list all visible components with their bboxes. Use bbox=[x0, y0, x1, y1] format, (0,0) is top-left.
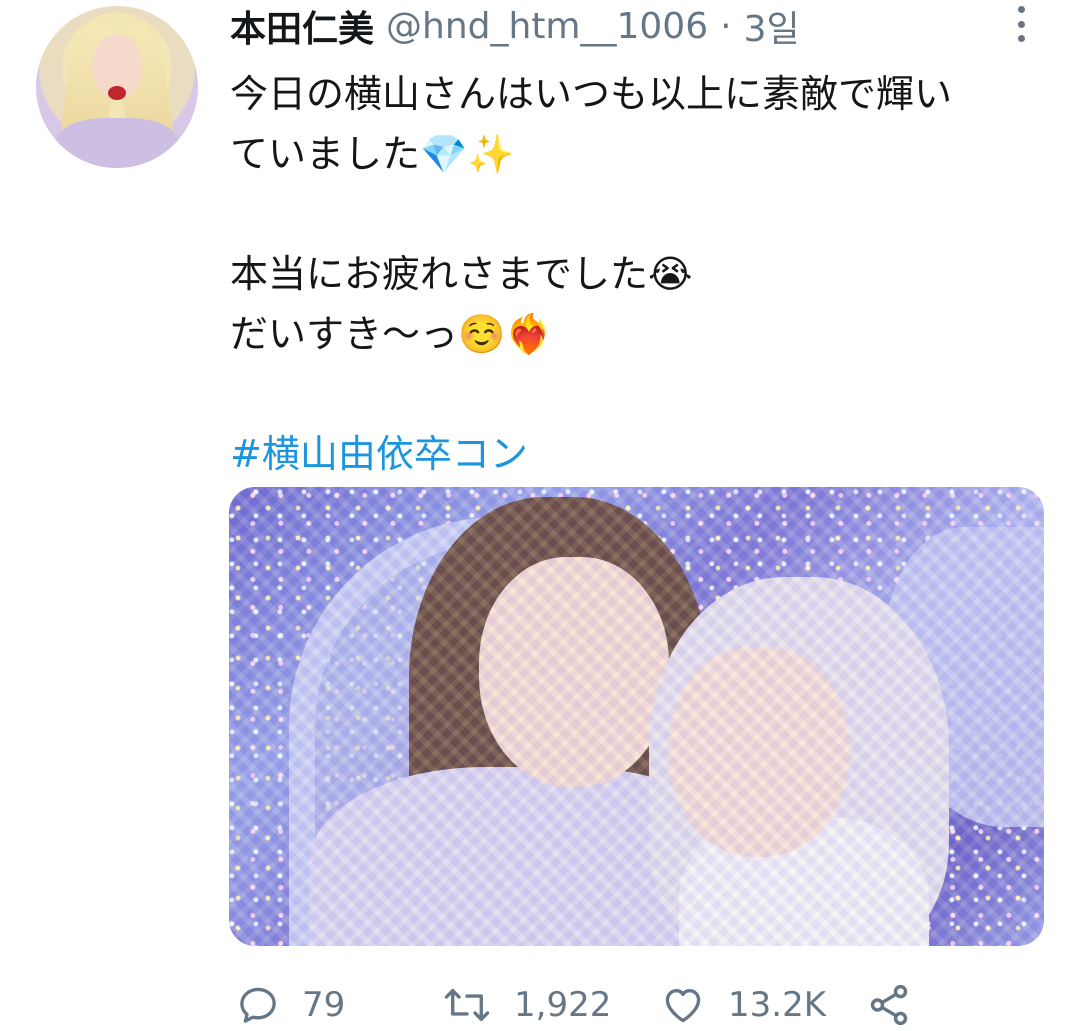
tweet-line bbox=[230, 364, 1050, 424]
tweet-line: ていました💎✨ bbox=[230, 132, 515, 176]
share-button[interactable] bbox=[866, 982, 912, 1028]
heart-icon bbox=[665, 989, 701, 1023]
tweet-photo[interactable] bbox=[229, 487, 1044, 946]
user-handle[interactable]: @hnd_htm__1006 bbox=[386, 6, 708, 47]
avatar-clothing bbox=[56, 118, 178, 168]
more-dot bbox=[1017, 6, 1025, 13]
reply-icon bbox=[240, 987, 276, 1023]
like-count: 13.2K bbox=[728, 985, 826, 1025]
reply-button[interactable]: 79 bbox=[236, 983, 442, 1027]
tweet-actions: 79 1,922 13.2K bbox=[236, 978, 912, 1031]
tweet-line: 本当にお疲れさまでした😭 bbox=[230, 252, 693, 296]
photo-sparkle-overlay bbox=[229, 487, 1044, 946]
like-button[interactable]: 13.2K bbox=[660, 983, 866, 1027]
retweet-icon bbox=[444, 989, 490, 1021]
retweet-button[interactable]: 1,922 bbox=[442, 983, 660, 1027]
avatar[interactable] bbox=[36, 6, 198, 168]
separator-dot: · bbox=[720, 5, 732, 47]
more-dot bbox=[1017, 20, 1025, 28]
retweet-count: 1,922 bbox=[514, 985, 612, 1025]
tweet-line: だいすき〜っ☺️❤️‍🔥 bbox=[230, 312, 553, 356]
display-name[interactable]: 本田仁美 bbox=[230, 0, 374, 52]
tweet-line bbox=[230, 184, 1050, 244]
reply-count: 79 bbox=[302, 985, 346, 1025]
hashtag-link[interactable]: #横山由依卒コン bbox=[230, 432, 528, 476]
share-icon bbox=[870, 984, 908, 1026]
avatar-lip bbox=[108, 86, 126, 100]
tweet[interactable]: 本田仁美 @hnd_htm__1006 · 3일 今日の横山さんはいつも以上に素… bbox=[0, 0, 1080, 1031]
tweet-header: 本田仁美 @hnd_htm__1006 · 3일 bbox=[230, 0, 800, 52]
tweet-text: 今日の横山さんはいつも以上に素敵で輝い ていました💎✨ 本当にお疲れさまでした😭… bbox=[230, 64, 1050, 484]
more-dot bbox=[1017, 35, 1025, 42]
more-vertical-icon[interactable] bbox=[1008, 4, 1034, 44]
tweet-line: 今日の横山さんはいつも以上に素敵で輝い bbox=[230, 72, 953, 116]
tweet-time[interactable]: 3일 bbox=[744, 0, 800, 52]
